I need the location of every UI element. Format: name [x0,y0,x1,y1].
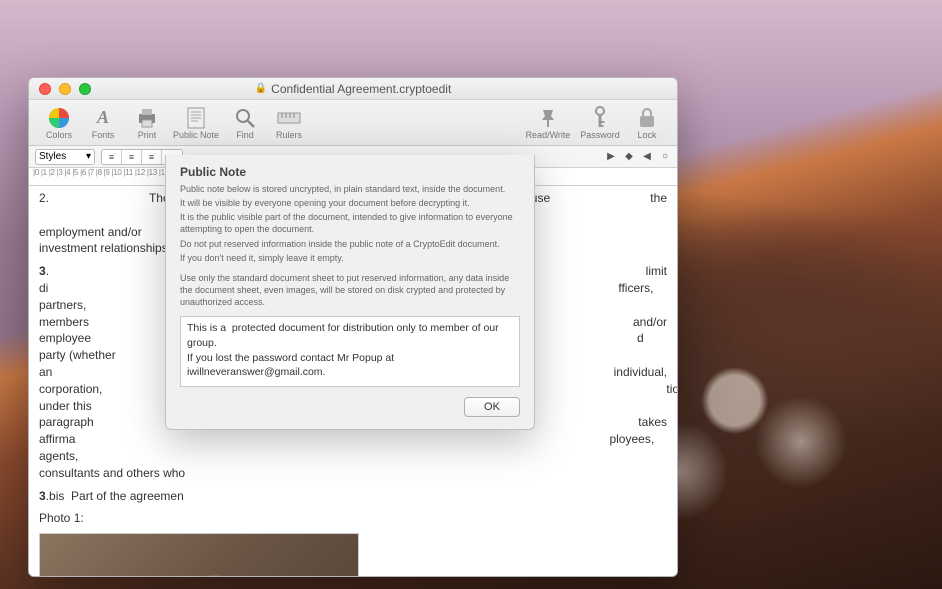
find-label: Find [236,130,254,140]
rulers-label: Rulers [276,130,302,140]
traffic-lights [29,83,91,95]
sheet-info-2: It will be visible by everyone opening y… [180,197,520,209]
search-icon [234,106,256,130]
find-button[interactable]: Find [223,101,267,145]
fonts-icon: A [97,106,109,130]
sheet-info-4: Do not put reserved information inside t… [180,238,520,250]
public-note-label: Public Note [173,130,219,140]
key-icon [592,106,608,130]
align-left-button[interactable]: ≡ [102,150,122,164]
sheet-info-3: It is the public visible part of the doc… [180,211,520,235]
public-note-textarea[interactable] [180,316,520,387]
toolbar: Colors A Fonts Print Public Note Find [29,100,677,146]
tab-marker-decimal-icon[interactable]: ◆ [623,151,635,162]
lock-icon: 🔒 [255,83,267,94]
lock-button[interactable]: Lock [625,101,669,145]
doc-photo-label: Photo 1: [39,510,667,527]
doc-para-3bis: 3.bis Part of the agreemen3.bis Part of … [39,488,667,505]
pushpin-icon [537,106,559,130]
color-wheel-icon [48,106,70,130]
styles-dropdown-label: Styles [39,151,66,162]
lock-label: Lock [637,130,656,140]
rulers-button[interactable]: Rulers [267,101,311,145]
styles-dropdown[interactable]: Styles ▾ [35,149,95,165]
tab-marker-left-icon[interactable]: ◀ [641,151,653,162]
print-button[interactable]: Print [125,101,169,145]
sheet-footer: OK [180,397,520,417]
readwrite-label: Read/Write [526,130,571,140]
note-icon [186,106,206,130]
zoom-window-button[interactable] [79,83,91,95]
align-right-button[interactable]: ≡ [142,150,162,164]
padlock-icon [637,106,657,130]
minimize-window-button[interactable] [59,83,71,95]
fonts-button[interactable]: A Fonts [81,101,125,145]
embedded-photo [39,533,359,576]
password-button[interactable]: Password [575,101,625,145]
public-note-button[interactable]: Public Note [169,101,223,145]
sheet-info-5: If you don't need it, simply leave it em… [180,252,520,264]
readwrite-button[interactable]: Read/Write [521,101,575,145]
colors-label: Colors [46,130,72,140]
ruler-icon [277,106,301,130]
close-window-button[interactable] [39,83,51,95]
window-title-text: Confidential Agreement.cryptoedit [271,82,451,96]
align-center-button[interactable]: ≡ [122,150,142,164]
colors-button[interactable]: Colors [37,101,81,145]
password-label: Password [580,130,620,140]
printer-icon [136,106,158,130]
sheet-info-1: Public note below is stored uncrypted, i… [180,183,520,195]
ok-button[interactable]: OK [464,397,520,417]
window-title: 🔒 Confidential Agreement.cryptoedit [29,82,677,96]
tab-marker-right-icon[interactable]: ▶ [605,151,617,162]
window-titlebar[interactable]: 🔒 Confidential Agreement.cryptoedit [29,78,677,100]
fonts-label: Fonts [92,130,115,140]
print-label: Print [138,130,157,140]
tab-marker-center-icon[interactable]: ○ [659,151,671,162]
sheet-info-6: Use only the standard document sheet to … [180,272,520,308]
chevron-down-icon: ▾ [86,151,91,162]
sheet-title: Public Note [180,165,520,179]
public-note-sheet: Public Note Public note below is stored … [165,155,535,430]
